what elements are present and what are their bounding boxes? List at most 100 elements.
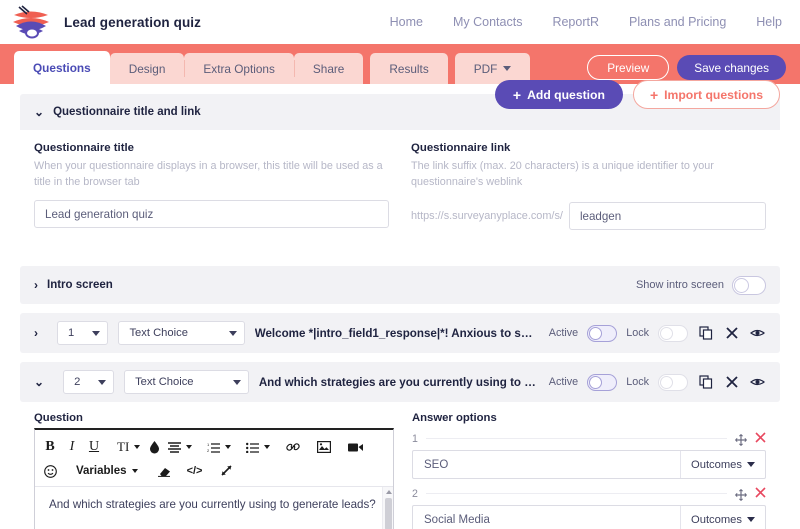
nav-item-plans-and-pricing[interactable]: Plans and Pricing — [629, 15, 726, 29]
content-area: ⌄ Questionnaire title and link + Add que… — [0, 80, 800, 529]
preview-button[interactable]: Preview — [587, 55, 670, 80]
questionnaire-title-help: When your questionnaire displays in a br… — [34, 160, 383, 189]
brand: Lead generation quiz — [10, 1, 201, 43]
bold-icon[interactable]: B — [39, 436, 61, 458]
question-2-type-value: Text Choice — [135, 376, 194, 389]
duplicate-icon[interactable] — [697, 374, 714, 391]
answer-options-label: Answer options — [412, 412, 497, 425]
question-1-type-select[interactable]: Text Choice — [118, 321, 245, 346]
intro-screen-section[interactable]: › Intro screen Show intro screen — [20, 266, 780, 305]
editor-scrollbar[interactable] — [382, 487, 393, 529]
scroll-up-icon[interactable] — [386, 490, 392, 495]
delete-option-2-icon[interactable] — [755, 487, 766, 500]
questionnaire-link-prefix: https://s.surveyanyplace.com/s/ — [411, 210, 563, 223]
source-code-icon[interactable]: </> — [184, 460, 206, 482]
close-icon[interactable] — [723, 374, 740, 391]
surveyanyplace-spiral-logo-icon[interactable] — [10, 1, 52, 43]
tab-results[interactable]: Results — [370, 53, 448, 84]
tab-bar: Questions Design Extra Options Share Res… — [0, 44, 800, 84]
eraser-icon[interactable] — [153, 460, 175, 482]
question-row-1[interactable]: › 1 Text Choice Welcome *|intro_field1_r… — [20, 313, 780, 354]
image-icon[interactable] — [313, 436, 335, 458]
questionnaire-title-input[interactable]: Lead generation quiz — [34, 200, 389, 229]
question-text-area[interactable]: And which strategies are you currently u… — [35, 486, 393, 529]
questionnaire-title-section-header[interactable]: ⌄ Questionnaire title and link + Add que… — [20, 80, 780, 130]
eye-icon[interactable] — [749, 325, 766, 342]
question-2-type-select[interactable]: Text Choice — [124, 370, 249, 395]
italic-icon[interactable]: I — [61, 436, 83, 458]
question-1-number-select[interactable]: 1 — [57, 321, 109, 346]
tab-questions[interactable]: Questions — [14, 51, 110, 84]
eye-icon[interactable] — [749, 374, 766, 391]
question-2-number-select[interactable]: 2 — [63, 370, 115, 395]
align-icon[interactable] — [165, 436, 195, 458]
variables-dropdown[interactable]: Variables — [70, 460, 144, 482]
question-1-text: Welcome *|intro_field1_response|*! Anxio… — [254, 326, 539, 340]
add-question-button[interactable]: + Add question — [494, 80, 623, 109]
question-1-type-value: Text Choice — [129, 327, 188, 340]
video-icon[interactable] — [344, 436, 366, 458]
answer-option-1-number: 1 — [412, 432, 418, 445]
answer-option-1-header: 1 — [412, 431, 766, 446]
nav-item-reportr[interactable]: ReportR — [552, 15, 599, 29]
bullet-list-icon[interactable] — [243, 436, 273, 458]
save-changes-button-label: Save changes — [694, 60, 769, 75]
move-handle-icon[interactable] — [735, 433, 747, 446]
answer-option-2-outcomes-label: Outcomes — [691, 513, 742, 526]
question-1-active-toggle[interactable] — [587, 324, 618, 342]
tab-share[interactable]: Share — [293, 53, 364, 84]
question-2-active-label: Active — [548, 376, 579, 389]
intro-screen-label: Intro screen — [47, 279, 113, 292]
chevron-down-icon — [98, 379, 107, 385]
close-icon[interactable] — [723, 325, 740, 342]
duplicate-icon[interactable] — [697, 325, 714, 342]
questionnaire-link-suffix-value: leadgen — [579, 209, 622, 223]
chevron-right-icon: › — [34, 278, 38, 293]
answer-option-1-input[interactable]: SEO Outcomes — [412, 450, 766, 480]
ordered-list-icon[interactable]: 12 — [204, 436, 234, 458]
questionnaire-link-help: The link suffix (max. 20 characters) is … — [411, 160, 714, 189]
underline-icon[interactable]: U — [83, 436, 105, 458]
question-2-lock-toggle[interactable] — [658, 373, 688, 391]
answer-option-2-outcomes-dropdown[interactable]: Outcomes — [680, 506, 765, 529]
chevron-down-icon — [225, 445, 232, 450]
answer-option-1-outcomes-dropdown[interactable]: Outcomes — [680, 451, 765, 479]
toggle-knob — [734, 277, 749, 293]
questionnaire-title-column: Questionnaire title When your questionna… — [34, 142, 389, 230]
save-changes-button[interactable]: Save changes — [677, 55, 786, 80]
answer-option-2-input[interactable]: Social Media Outcomes — [412, 505, 766, 529]
import-questions-button[interactable]: + Import questions — [632, 80, 780, 109]
answer-options-column: Answer options 1 SEO Outcomes 2 Social M… — [412, 412, 766, 529]
tab-extra-options[interactable]: Extra Options — [184, 53, 294, 84]
main-nav: Home My Contacts ReportR Plans and Prici… — [390, 15, 782, 29]
question-1-lock-toggle[interactable] — [658, 324, 688, 342]
chevron-down-icon: ⌄ — [34, 105, 45, 119]
nav-item-my-contacts[interactable]: My Contacts — [453, 15, 522, 29]
toggle-knob — [660, 326, 673, 340]
delete-option-1-icon[interactable] — [755, 432, 766, 445]
text-color-icon[interactable] — [143, 436, 165, 458]
toggle-knob — [660, 375, 673, 389]
questionnaire-link-suffix-input[interactable]: leadgen — [568, 202, 766, 231]
tab-group-primary: Questions Design Extra Options Share — [14, 51, 364, 84]
emoji-icon[interactable] — [39, 460, 61, 482]
move-handle-icon[interactable] — [735, 488, 747, 501]
tab-share-label: Share — [312, 61, 345, 76]
question-2-number-value: 2 — [74, 376, 81, 389]
link-icon[interactable] — [282, 436, 304, 458]
tab-design[interactable]: Design — [109, 53, 185, 84]
question-2-active-toggle[interactable] — [587, 373, 618, 391]
font-size-icon[interactable]: TI — [114, 436, 143, 458]
answer-option-2-value: Social Media — [424, 513, 490, 526]
nav-item-help[interactable]: Help — [756, 15, 782, 29]
scrollbar-thumb[interactable] — [385, 498, 392, 529]
expand-icon[interactable] — [215, 460, 237, 482]
editor-toolbar-row-1: B I U TI 1 2 — [39, 435, 389, 459]
question-1-actions: Active Lock — [549, 324, 766, 342]
nav-item-home[interactable]: Home — [390, 15, 423, 29]
answer-option-1-value: SEO — [424, 458, 449, 471]
question-row-2[interactable]: ⌄ 2 Text Choice And which strategies are… — [20, 362, 780, 403]
questionnaire-title-section-label: Questionnaire title and link — [53, 106, 201, 118]
show-intro-screen-toggle[interactable] — [732, 275, 766, 295]
